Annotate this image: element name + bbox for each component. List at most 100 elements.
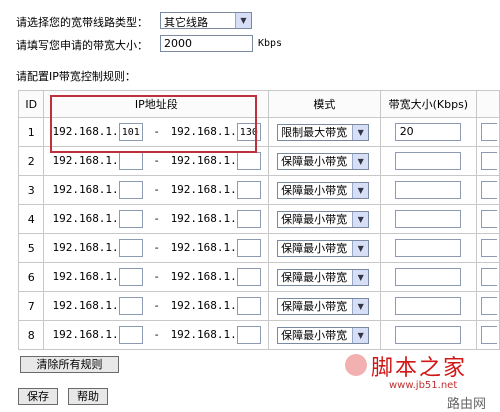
bandwidth-unit: Kbps bbox=[258, 38, 283, 49]
watermark-brand: 脚本之家 bbox=[371, 356, 468, 381]
ip-start-input[interactable] bbox=[118, 297, 143, 315]
save-button[interactable]: 保存 bbox=[18, 388, 58, 405]
extra-cell bbox=[476, 117, 500, 147]
mode-select[interactable]: 保障最小带宽 ▼ bbox=[277, 326, 370, 344]
ip-end-input[interactable] bbox=[236, 181, 261, 199]
bandwidth-field[interactable] bbox=[394, 239, 461, 257]
ip-start-input[interactable] bbox=[118, 239, 143, 257]
ip-end-input[interactable] bbox=[236, 239, 261, 257]
mode-cell: 限制最大带宽 ▼ bbox=[268, 117, 381, 147]
ip-end-input[interactable] bbox=[236, 210, 261, 228]
bandwidth-field[interactable] bbox=[394, 210, 461, 228]
mode-cell: 保障最小带宽 ▼ bbox=[268, 320, 381, 350]
bandwidth-field[interactable] bbox=[394, 297, 461, 315]
chevron-down-icon: ▼ bbox=[352, 153, 369, 169]
bandwidth-field[interactable] bbox=[394, 326, 461, 344]
chevron-down-icon: ▼ bbox=[352, 124, 369, 140]
extra-field[interactable] bbox=[481, 123, 498, 141]
ip-start-input[interactable] bbox=[118, 268, 143, 286]
extra-cell bbox=[476, 175, 500, 205]
table-row: 3 192.168.1. - 192.168.1. 保障最小带宽 ▼ bbox=[17, 175, 500, 205]
ip-range-cell: 192.168.1. - 192.168.1. bbox=[43, 175, 270, 205]
bandwidth-input[interactable]: 2000 bbox=[160, 35, 253, 52]
ip-prefix: 192.168.1. bbox=[170, 241, 237, 254]
bandwidth-cell: 20 bbox=[379, 117, 478, 147]
bandwidth-cell bbox=[379, 320, 478, 350]
extra-field[interactable] bbox=[481, 297, 498, 315]
extra-field[interactable] bbox=[481, 210, 498, 228]
extra-field[interactable] bbox=[481, 268, 498, 286]
mode-value: 保障最小带宽 bbox=[281, 183, 348, 197]
ip-range-cell: 192.168.1. - 192.168.1. bbox=[43, 204, 270, 234]
chevron-down-icon: ▼ bbox=[352, 269, 369, 285]
mode-value: 保障最小带宽 bbox=[281, 270, 348, 284]
chevron-down-icon: ▼ bbox=[352, 240, 369, 256]
ip-separator: - bbox=[153, 241, 160, 254]
mode-select[interactable]: 保障最小带宽 ▼ bbox=[277, 239, 370, 257]
ip-end-input[interactable] bbox=[236, 268, 261, 286]
table-row: 7 192.168.1. - 192.168.1. 保障最小带宽 ▼ bbox=[17, 291, 500, 321]
extra-field[interactable] bbox=[481, 181, 498, 199]
ip-end-input[interactable] bbox=[236, 152, 261, 170]
mode-value: 保障最小带宽 bbox=[281, 299, 348, 313]
mode-select[interactable]: 保障最小带宽 ▼ bbox=[277, 152, 370, 170]
mode-select[interactable]: 保障最小带宽 ▼ bbox=[277, 181, 370, 199]
clear-all-rules-button[interactable]: 清除所有规则 bbox=[20, 356, 119, 373]
ip-separator: - bbox=[153, 270, 160, 283]
ip-start-input[interactable] bbox=[118, 326, 143, 344]
ip-separator: - bbox=[153, 299, 160, 312]
bandwidth-field[interactable] bbox=[394, 268, 461, 286]
ip-prefix: 192.168.1. bbox=[52, 328, 119, 341]
table-row: 6 192.168.1. - 192.168.1. 保障最小带宽 ▼ bbox=[17, 262, 500, 292]
extra-cell bbox=[476, 233, 500, 263]
ip-range-cell: 192.168.1. - 192.168.1. bbox=[43, 291, 270, 321]
ip-prefix: 192.168.1. bbox=[52, 299, 119, 312]
ip-range-cell: 192.168.1. - 192.168.1. bbox=[43, 320, 270, 350]
ip-prefix: 192.168.1. bbox=[170, 270, 237, 283]
ip-range-cell: 192.168.1. - 192.168.1. bbox=[43, 233, 270, 263]
ip-range-cell: 192.168.1. - 192.168.1. bbox=[43, 262, 270, 292]
extra-cell bbox=[476, 291, 500, 321]
ip-separator: - bbox=[153, 154, 160, 167]
row-id: 1 bbox=[17, 117, 45, 147]
ip-prefix: 192.168.1. bbox=[170, 299, 237, 312]
ip-start-input[interactable] bbox=[118, 210, 143, 228]
bandwidth-field[interactable]: 20 bbox=[394, 123, 461, 141]
header-bandwidth: 带宽大小(Kbps) bbox=[379, 90, 478, 118]
ip-prefix: 192.168.1. bbox=[170, 328, 237, 341]
help-button[interactable]: 帮助 bbox=[68, 388, 108, 405]
mode-cell: 保障最小带宽 ▼ bbox=[268, 175, 381, 205]
mode-select[interactable]: 限制最大带宽 ▼ bbox=[277, 123, 370, 141]
mode-value: 保障最小带宽 bbox=[281, 328, 348, 342]
ip-end-input[interactable] bbox=[236, 326, 261, 344]
mode-cell: 保障最小带宽 ▼ bbox=[268, 262, 381, 292]
bandwidth-cell bbox=[379, 233, 478, 263]
ip-separator: - bbox=[153, 183, 160, 196]
mode-select[interactable]: 保障最小带宽 ▼ bbox=[277, 210, 370, 228]
ip-start-input[interactable] bbox=[118, 152, 143, 170]
ip-prefix: 192.168.1. bbox=[52, 241, 119, 254]
watermark-corner: 路由网 bbox=[447, 397, 487, 412]
ip-prefix: 192.168.1. bbox=[170, 212, 237, 225]
bandwidth-cell bbox=[379, 291, 478, 321]
mode-value: 保障最小带宽 bbox=[281, 154, 348, 168]
mode-value: 限制最大带宽 bbox=[281, 125, 348, 139]
mode-select[interactable]: 保障最小带宽 ▼ bbox=[277, 297, 370, 315]
ip-start-input[interactable] bbox=[118, 181, 143, 199]
line-type-select[interactable]: 其它线路 ▼ bbox=[160, 12, 252, 29]
ip-prefix: 192.168.1. bbox=[170, 183, 237, 196]
ip-end-input[interactable] bbox=[236, 297, 261, 315]
extra-cell bbox=[476, 320, 500, 350]
row-id: 4 bbox=[17, 204, 45, 234]
mode-select[interactable]: 保障最小带宽 ▼ bbox=[277, 268, 370, 286]
extra-field[interactable] bbox=[481, 239, 498, 257]
bandwidth-field[interactable] bbox=[394, 181, 461, 199]
ip-range-highlight bbox=[50, 95, 257, 153]
watermark-logo-icon bbox=[345, 354, 367, 376]
extra-field[interactable] bbox=[481, 152, 498, 170]
bandwidth-field[interactable] bbox=[394, 152, 461, 170]
chevron-down-icon: ▼ bbox=[352, 298, 369, 314]
extra-field[interactable] bbox=[481, 326, 498, 344]
bandwidth-cell bbox=[379, 175, 478, 205]
row-id: 5 bbox=[17, 233, 45, 263]
